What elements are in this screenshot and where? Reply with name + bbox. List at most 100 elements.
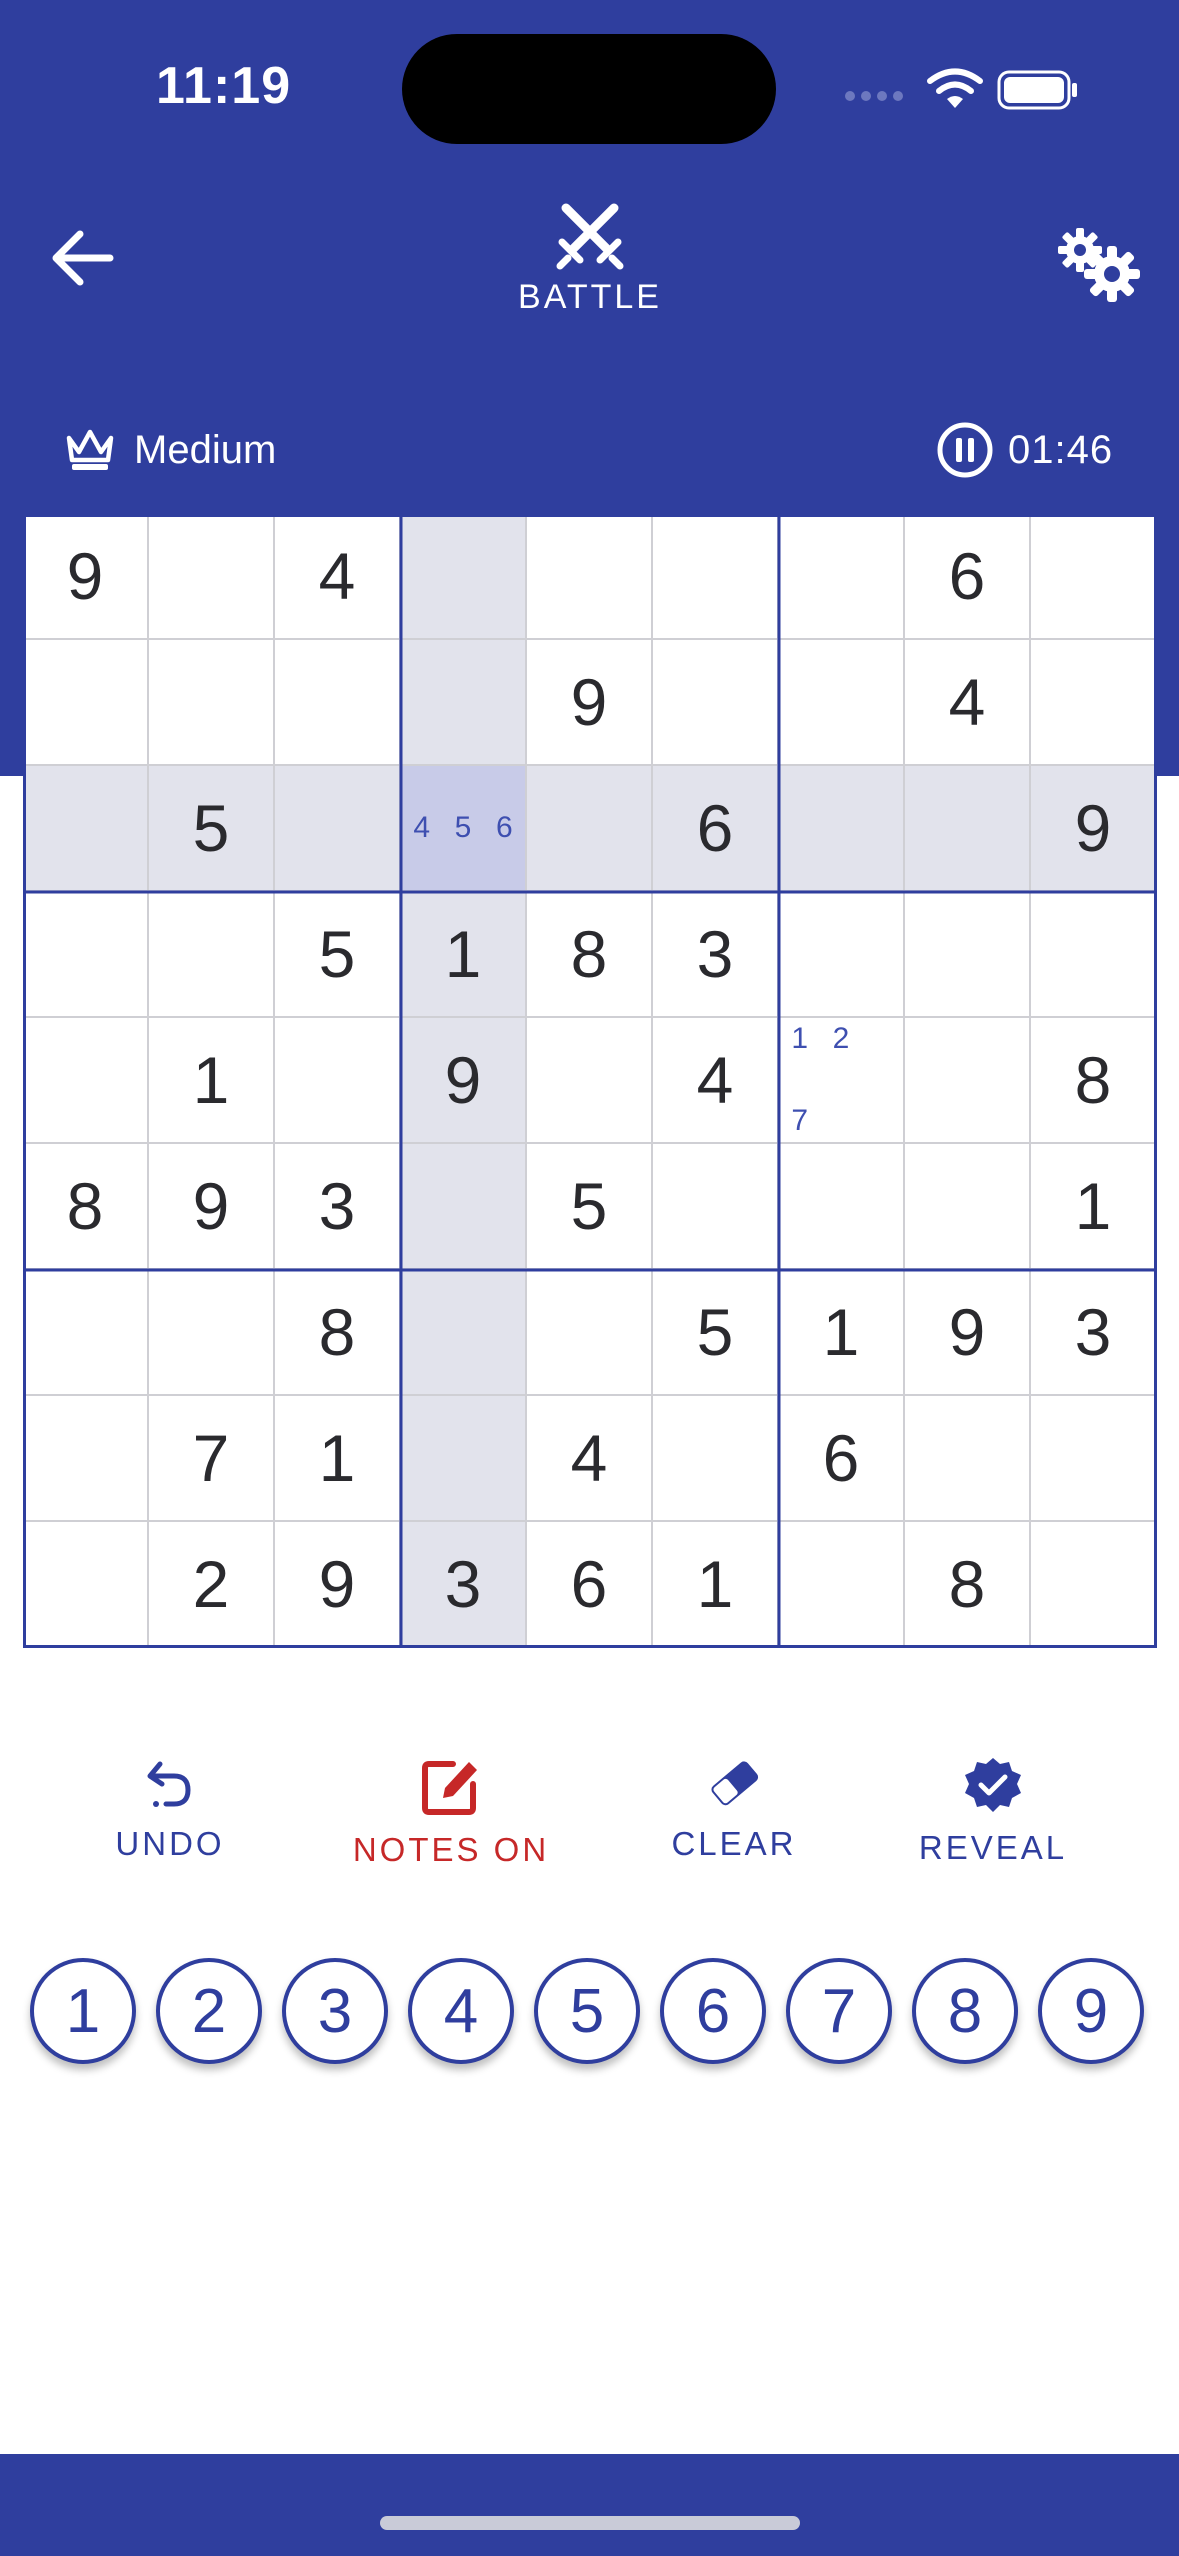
board-cell-r9c7[interactable] [779, 1522, 905, 1648]
board-cell-r9c1[interactable] [23, 1522, 149, 1648]
number-button-4[interactable]: 4 [408, 1958, 514, 2064]
board-cell-r6c5[interactable]: 5 [527, 1144, 653, 1270]
board-cell-r6c3[interactable]: 3 [275, 1144, 401, 1270]
number-button-2[interactable]: 2 [156, 1958, 262, 2064]
board-cell-r7c9[interactable]: 3 [1031, 1270, 1157, 1396]
number-button-7[interactable]: 7 [786, 1958, 892, 2064]
board-cell-r7c8[interactable]: 9 [905, 1270, 1031, 1396]
number-button-5[interactable]: 5 [534, 1958, 640, 2064]
notes-toggle-button[interactable]: NOTES ON [346, 1756, 556, 1869]
board-cell-r7c3[interactable]: 8 [275, 1270, 401, 1396]
board-cell-r7c2[interactable] [149, 1270, 275, 1396]
board-cell-r8c8[interactable] [905, 1396, 1031, 1522]
board-cell-r2c8[interactable]: 4 [905, 640, 1031, 766]
board-cell-r1c5[interactable] [527, 514, 653, 640]
board-cell-r3c2[interactable]: 5 [149, 766, 275, 892]
board-cell-r4c3[interactable]: 5 [275, 892, 401, 1018]
board-cell-r6c4[interactable] [401, 1144, 527, 1270]
board-cell-r5c6[interactable]: 4 [653, 1018, 779, 1144]
board-cell-r8c2[interactable]: 7 [149, 1396, 275, 1522]
timer-pause-button[interactable]: 01:46 [936, 420, 1113, 480]
board-cell-r7c6[interactable]: 5 [653, 1270, 779, 1396]
board-cell-r2c3[interactable] [275, 640, 401, 766]
board-cell-r5c5[interactable] [527, 1018, 653, 1144]
cell-value: 5 [570, 1169, 608, 1243]
board-cell-r5c4[interactable]: 9 [401, 1018, 527, 1144]
board-cell-r6c6[interactable] [653, 1144, 779, 1270]
number-button-9[interactable]: 9 [1038, 1958, 1144, 2064]
board-cell-r3c1[interactable] [23, 766, 149, 892]
board-cell-r1c3[interactable]: 4 [275, 514, 401, 640]
board-cell-r1c9[interactable] [1031, 514, 1157, 640]
board-cell-r4c5[interactable]: 8 [527, 892, 653, 1018]
board-cell-r5c8[interactable] [905, 1018, 1031, 1144]
board-cell-r2c1[interactable] [23, 640, 149, 766]
board-cell-r2c4[interactable] [401, 640, 527, 766]
board-cell-r4c7[interactable] [779, 892, 905, 1018]
board-cell-r1c4[interactable] [401, 514, 527, 640]
board-cell-r9c2[interactable]: 2 [149, 1522, 275, 1648]
board-cell-r1c6[interactable] [653, 514, 779, 640]
board-cell-r2c5[interactable]: 9 [527, 640, 653, 766]
board-cell-r8c6[interactable] [653, 1396, 779, 1522]
board-cell-r1c1[interactable]: 9 [23, 514, 149, 640]
number-button-6[interactable]: 6 [660, 1958, 766, 2064]
board-cell-r8c9[interactable] [1031, 1396, 1157, 1522]
board-cell-r1c8[interactable]: 6 [905, 514, 1031, 640]
board-cell-r3c6[interactable]: 6 [653, 766, 779, 892]
board-cell-r8c4[interactable] [401, 1396, 527, 1522]
board-cell-r4c4[interactable]: 1 [401, 892, 527, 1018]
board-cell-r2c7[interactable] [779, 640, 905, 766]
undo-button[interactable]: UNDO [100, 1756, 240, 1863]
board-cell-r4c9[interactable] [1031, 892, 1157, 1018]
board-cell-r4c6[interactable]: 3 [653, 892, 779, 1018]
board-cell-r7c7[interactable]: 1 [779, 1270, 905, 1396]
board-cell-r9c9[interactable] [1031, 1522, 1157, 1648]
board-cell-r6c7[interactable] [779, 1144, 905, 1270]
board-cell-r4c2[interactable] [149, 892, 275, 1018]
board-cell-r3c3[interactable] [275, 766, 401, 892]
settings-button[interactable] [1052, 222, 1142, 302]
board-cell-r9c6[interactable]: 1 [653, 1522, 779, 1648]
board-cell-r8c3[interactable]: 1 [275, 1396, 401, 1522]
board-cell-r6c9[interactable]: 1 [1031, 1144, 1157, 1270]
board-cell-r5c3[interactable] [275, 1018, 401, 1144]
board-cell-r8c1[interactable] [23, 1396, 149, 1522]
board-cell-r6c2[interactable]: 9 [149, 1144, 275, 1270]
board-cell-r7c1[interactable] [23, 1270, 149, 1396]
number-button-8[interactable]: 8 [912, 1958, 1018, 2064]
reveal-button[interactable]: REVEAL [908, 1756, 1078, 1867]
clear-button[interactable]: CLEAR [664, 1756, 804, 1863]
board-cell-r5c2[interactable]: 1 [149, 1018, 275, 1144]
board-cell-r5c1[interactable] [23, 1018, 149, 1144]
board-cell-r1c2[interactable] [149, 514, 275, 640]
board-cell-r3c9[interactable]: 9 [1031, 766, 1157, 892]
board-cell-r8c5[interactable]: 4 [527, 1396, 653, 1522]
board-cell-r9c4[interactable]: 3 [401, 1522, 527, 1648]
page-title: BATTLE [518, 278, 662, 316]
board-cell-r2c6[interactable] [653, 640, 779, 766]
board-cell-r6c1[interactable]: 8 [23, 1144, 149, 1270]
board-cell-r7c4[interactable] [401, 1270, 527, 1396]
board-cell-r9c3[interactable]: 9 [275, 1522, 401, 1648]
board-cell-r4c1[interactable] [23, 892, 149, 1018]
board-cell-r9c5[interactable]: 6 [527, 1522, 653, 1648]
number-button-1[interactable]: 1 [30, 1958, 136, 2064]
board-cell-r2c9[interactable] [1031, 640, 1157, 766]
board-cell-r3c8[interactable] [905, 766, 1031, 892]
board-cell-r4c8[interactable] [905, 892, 1031, 1018]
board-cell-r9c8[interactable]: 8 [905, 1522, 1031, 1648]
board-cell-r7c5[interactable] [527, 1270, 653, 1396]
board-cell-r3c4[interactable]: 456 [401, 766, 527, 892]
board-cell-r8c7[interactable]: 6 [779, 1396, 905, 1522]
board-cell-r2c2[interactable] [149, 640, 275, 766]
board-cell-r5c7[interactable]: 12 7 [779, 1018, 905, 1144]
board-cell-r3c7[interactable] [779, 766, 905, 892]
board-cell-r5c9[interactable]: 8 [1031, 1018, 1157, 1144]
board-cell-r6c8[interactable] [905, 1144, 1031, 1270]
back-button[interactable] [50, 228, 120, 290]
cell-value: 1 [192, 1043, 230, 1117]
board-cell-r3c5[interactable] [527, 766, 653, 892]
board-cell-r1c7[interactable] [779, 514, 905, 640]
number-button-3[interactable]: 3 [282, 1958, 388, 2064]
